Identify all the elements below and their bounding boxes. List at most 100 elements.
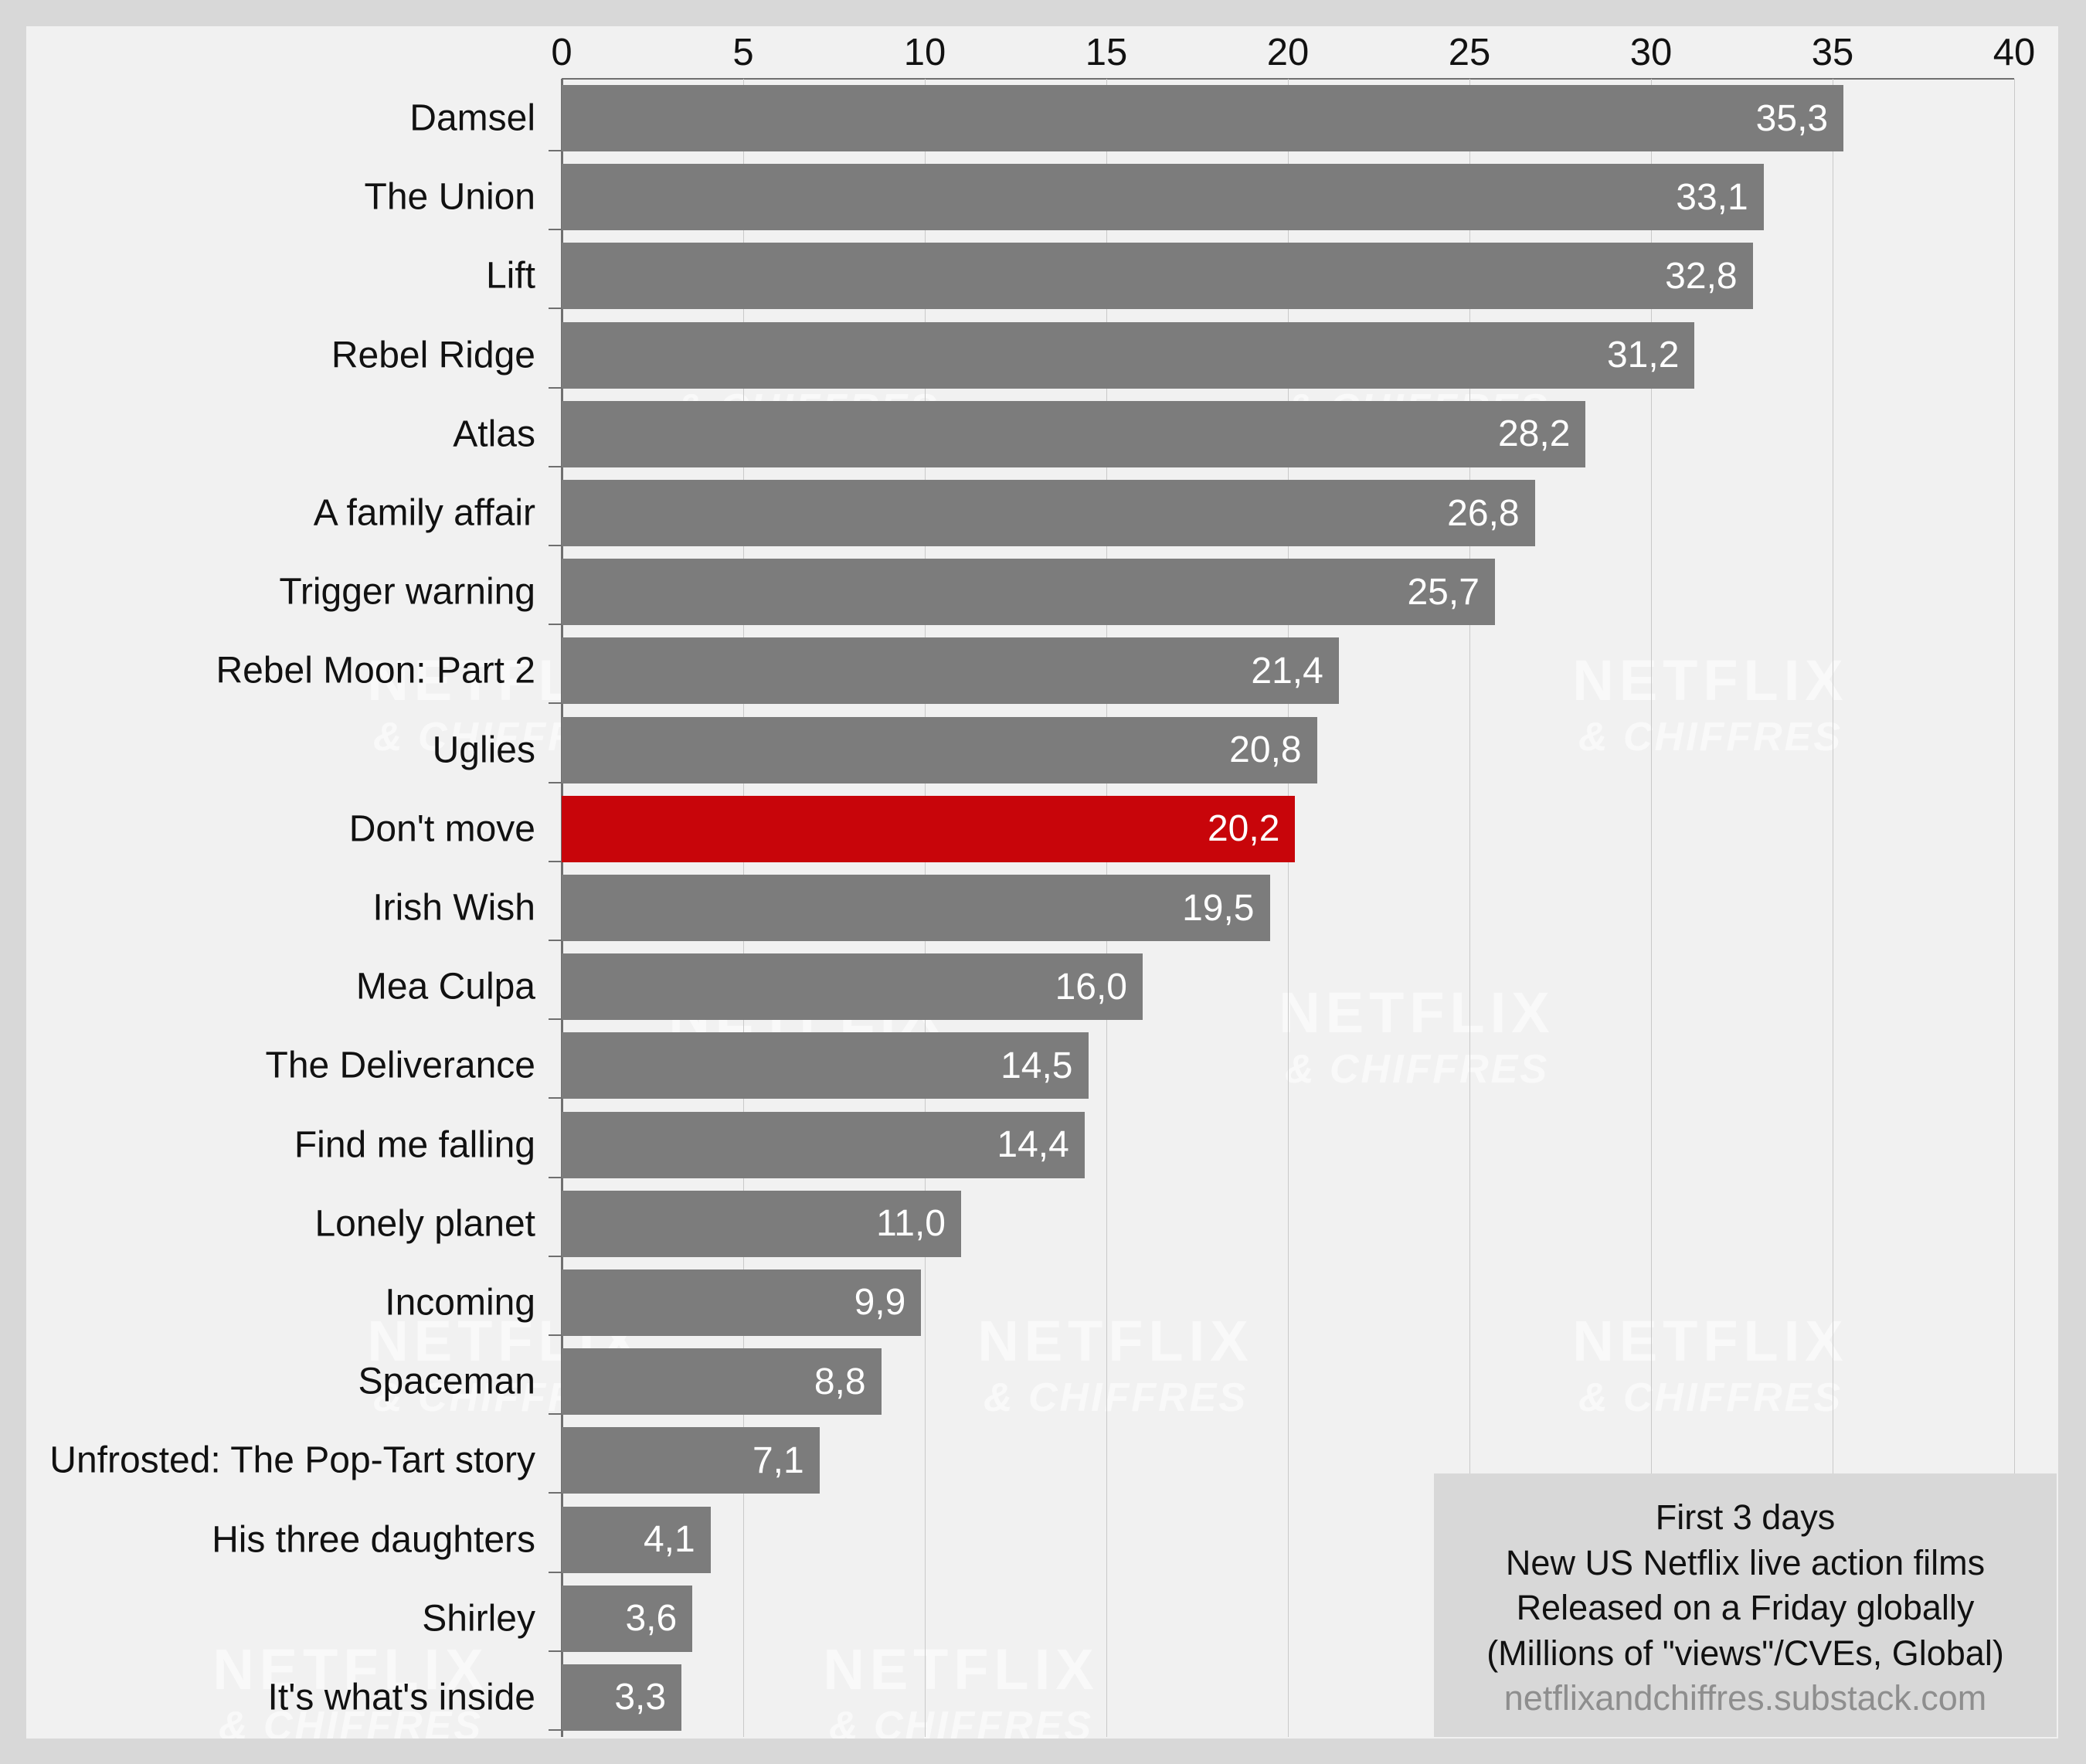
- category-label: A family affair: [313, 492, 535, 534]
- y-tick-mark: [549, 150, 562, 152]
- bar-row: A family affair 26,8: [314, 480, 2014, 547]
- bar-row: Lonely planet 11,0: [314, 1190, 2014, 1257]
- bar-value-label: 3,6: [625, 1598, 678, 1640]
- category-label: Atlas: [453, 413, 535, 455]
- y-tick-mark: [549, 1176, 562, 1178]
- bar-value-label: 20,2: [1207, 808, 1280, 850]
- bar-value-label: 19,5: [1182, 887, 1255, 929]
- category-label: Uglies: [432, 729, 535, 771]
- bar[interactable]: 11,0: [562, 1190, 961, 1257]
- bar-value-label: 16,0: [1055, 966, 1127, 1008]
- category-label: Lonely planet: [314, 1203, 535, 1245]
- y-tick-mark: [549, 860, 562, 862]
- category-label: Shirley: [422, 1598, 535, 1640]
- bar[interactable]: 35,3: [562, 85, 1844, 152]
- category-label: The Deliverance: [265, 1045, 536, 1086]
- bar[interactable]: 19,5: [562, 875, 1270, 941]
- bar-value-label: 8,8: [814, 1361, 866, 1402]
- bar-row: Rebel Ridge 31,2: [331, 321, 2014, 389]
- bar-value-label: 7,1: [752, 1439, 804, 1481]
- bar-value-label: 25,7: [1407, 571, 1480, 613]
- y-tick-mark: [549, 308, 562, 310]
- bar-row: Rebel Moon: Part 2 21,4: [216, 637, 2014, 705]
- bar-value-label: 21,4: [1251, 650, 1323, 692]
- category-label: Mea Culpa: [355, 966, 535, 1008]
- bar[interactable]: 4,1: [562, 1506, 711, 1573]
- bar[interactable]: 16,0: [562, 953, 1143, 1021]
- bar-value-label: 14,5: [1001, 1045, 1073, 1086]
- bar-value-label: 20,8: [1229, 729, 1302, 771]
- x-tick-label-0: 0: [551, 32, 572, 73]
- bar[interactable]: 3,3: [562, 1664, 682, 1731]
- category-label: The Union: [364, 176, 535, 218]
- bar[interactable]: 26,8: [562, 480, 1535, 547]
- y-tick-mark: [549, 1334, 562, 1336]
- y-tick-mark: [549, 1492, 562, 1494]
- bar-row: Don't move 20,2: [349, 795, 2014, 862]
- bar-row: Find me falling 14,4: [294, 1111, 2014, 1178]
- x-tick-label-20: 20: [1266, 32, 1310, 73]
- bar-value-label: 4,1: [643, 1519, 695, 1561]
- x-tick-label-15: 15: [1085, 32, 1128, 73]
- y-tick-mark: [549, 229, 562, 231]
- y-tick-mark: [549, 1650, 562, 1652]
- bar-value-label: 35,3: [1755, 97, 1829, 139]
- category-label: Damsel: [409, 97, 535, 139]
- x-tick-label-35: 35: [1811, 32, 1854, 73]
- bar[interactable]: 21,4: [562, 637, 1339, 705]
- y-tick-mark: [549, 624, 562, 626]
- bar-row: Damsel 35,3: [409, 85, 2014, 152]
- caption-line: (Millions of "views"/CVEs, Global): [1486, 1633, 2004, 1673]
- x-tick-label-10: 10: [903, 32, 946, 73]
- category-label: Rebel Moon: Part 2: [216, 650, 535, 692]
- y-tick-mark: [549, 1018, 562, 1021]
- y-tick-mark: [549, 1413, 562, 1416]
- bar-value-label: 3,3: [614, 1677, 667, 1718]
- category-label: Spaceman: [358, 1361, 535, 1402]
- bar-row: Uglies 20,8: [433, 716, 2014, 783]
- caption-line: New US Netflix live action films: [1505, 1542, 1986, 1582]
- bar-value-label: 11,0: [876, 1203, 946, 1245]
- caption-box: First 3 days New US Netflix live action …: [1434, 1473, 2057, 1737]
- bar[interactable]: 3,6: [562, 1585, 693, 1652]
- bar[interactable]: 7,1: [562, 1427, 820, 1494]
- bar[interactable]: 25,7: [562, 559, 1495, 626]
- bar[interactable]: 8,8: [562, 1348, 882, 1416]
- bar-value-label: 26,8: [1447, 492, 1520, 534]
- source-url: netflixandchiffres.substack.com: [1503, 1678, 1987, 1718]
- category-label: Trigger warning: [279, 571, 535, 613]
- category-label: Rebel Ridge: [331, 335, 535, 376]
- bar-value-label: 33,1: [1676, 176, 1748, 218]
- category-label: Incoming: [385, 1282, 535, 1324]
- bar[interactable]: 33,1: [562, 164, 1764, 231]
- caption-line: First 3 days: [1655, 1497, 1836, 1538]
- category-label: Find me falling: [294, 1124, 535, 1166]
- bar[interactable]: 14,5: [562, 1032, 1089, 1100]
- category-label: It's what's inside: [267, 1677, 535, 1718]
- bar-highlighted[interactable]: 20,2: [562, 795, 1296, 862]
- bar-value-label: 14,4: [997, 1124, 1069, 1166]
- bar[interactable]: 9,9: [562, 1269, 922, 1336]
- bar[interactable]: 32,8: [562, 243, 1753, 310]
- bar[interactable]: 20,8: [562, 716, 1317, 783]
- bar-row: Irish Wish 19,5: [372, 875, 2014, 941]
- x-tick-label-30: 30: [1629, 32, 1673, 73]
- y-tick-mark: [549, 465, 562, 467]
- category-label: His three daughters: [212, 1519, 535, 1561]
- y-tick-mark: [549, 1255, 562, 1257]
- y-tick-mark: [549, 1571, 562, 1573]
- y-tick-mark: [549, 545, 562, 547]
- chart-figure: NETFLIX & CHIFFRES NETFLIX & CHIFFRES NETFLI…: [0, 0, 2086, 1764]
- bar-row: Spaceman 8,8: [358, 1348, 2014, 1416]
- bar[interactable]: 31,2: [562, 321, 1695, 389]
- bar[interactable]: 28,2: [562, 400, 1586, 467]
- category-label: Don't move: [348, 808, 535, 850]
- y-tick-mark: [549, 386, 562, 389]
- bar-row: Atlas 28,2: [453, 400, 2014, 467]
- x-tick-label-5: 5: [732, 32, 754, 73]
- bar-row: Lift 32,8: [486, 243, 2014, 310]
- bar-row: Mea Culpa 16,0: [356, 953, 2014, 1021]
- y-tick-mark: [549, 1097, 562, 1100]
- bar[interactable]: 14,4: [562, 1111, 1085, 1178]
- x-tick-label-25: 25: [1448, 32, 1491, 73]
